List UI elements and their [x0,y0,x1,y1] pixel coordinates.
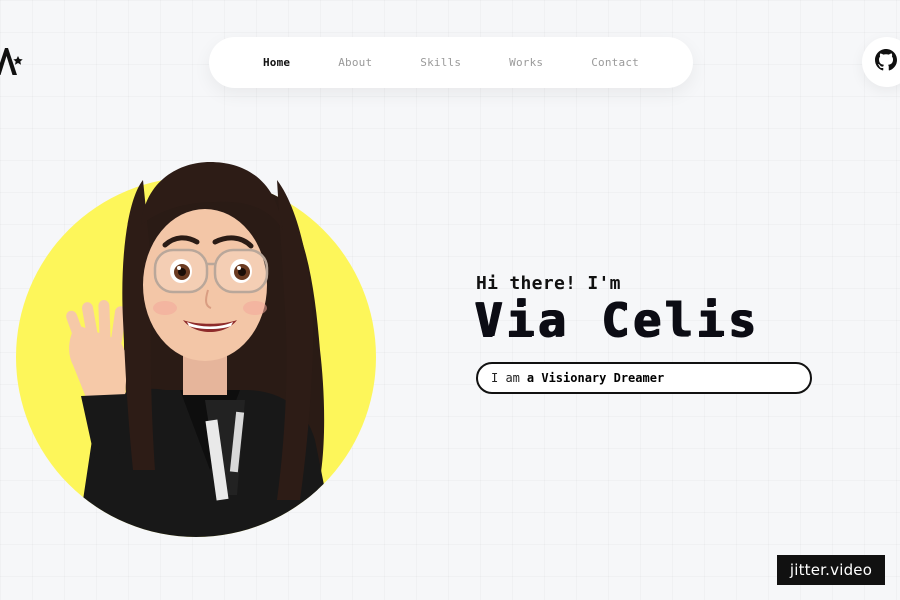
a-star-logo-icon[interactable] [0,44,24,78]
role-text: a Visionary Dreamer [526,371,665,385]
nav-item-contact[interactable]: Contact [591,56,639,69]
portfolio-page: Home About Skills Works Contact Hi there… [0,0,900,600]
nav-item-works[interactable]: Works [509,56,543,69]
hero-greeting: Hi there! I'm [476,273,621,294]
role-prefix: I am [491,371,520,385]
hero-name: Via Celis [474,293,760,347]
github-icon [875,49,897,75]
main-nav: Home About Skills Works Contact [209,37,693,88]
nav-item-home[interactable]: Home [263,56,290,69]
github-button[interactable] [862,37,900,87]
memoji-avatar [15,150,380,540]
jitter-watermark: jitter.video [777,555,885,585]
nav-item-skills[interactable]: Skills [420,56,461,69]
nav-item-about[interactable]: About [338,56,372,69]
role-typing-box: I am a Visionary Dreamer [476,362,812,394]
